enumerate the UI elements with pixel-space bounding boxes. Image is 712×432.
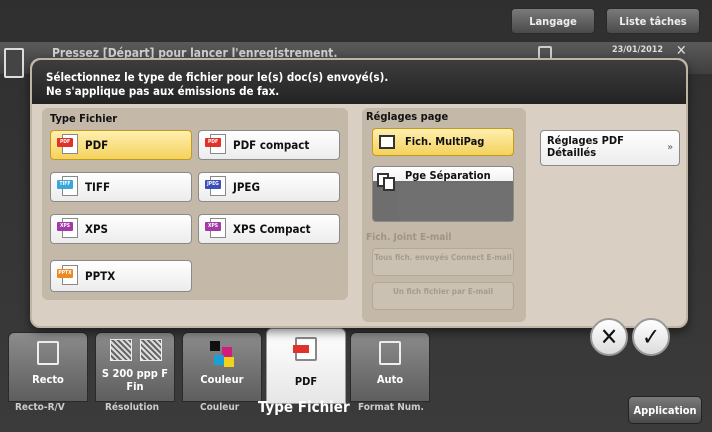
file-type-tiff[interactable]: TIFF TIFF <box>50 172 192 202</box>
file-type-xps-compact[interactable]: XPS XPS Compact <box>198 214 340 244</box>
dialog-note: Ne s'applique pas aux émissions de fax. <box>46 84 280 98</box>
multipage-file-button[interactable]: Fich. MultiPag <box>372 128 514 156</box>
file-type-label: PDF compact <box>233 138 310 152</box>
status-date: 23/01/2012 <box>612 45 663 55</box>
color-icon <box>210 341 234 367</box>
file-type-label: JPEG <box>233 180 260 194</box>
label-type-fichier: Type Fichier <box>258 398 350 416</box>
application-button[interactable]: Application <box>628 396 702 424</box>
document-icon <box>4 48 24 78</box>
email-one-file-button: Un fich fichier par E-mail <box>372 282 514 310</box>
email-attachment-title: Fich. Joint E-mail <box>366 232 452 243</box>
label-resolution: Résolution <box>105 402 160 413</box>
tab-couleur[interactable]: Couleur <box>182 332 262 402</box>
tab-recto-value: Recto <box>32 373 64 386</box>
file-type-pdf[interactable]: PDF PDF <box>50 130 192 160</box>
double-chevron-right-icon: » <box>667 142 673 153</box>
pdf-file-icon <box>293 337 317 361</box>
tab-auto[interactable]: Auto <box>350 332 430 402</box>
file-type-title: Type Fichier <box>50 112 118 125</box>
file-type-label: XPS <box>85 222 109 236</box>
resolution-icon <box>140 339 162 361</box>
tab-couleur-value: Couleur <box>200 373 244 386</box>
tab-pdf-value: PDF <box>294 375 318 388</box>
page-icon <box>383 177 395 191</box>
label-couleur: Couleur <box>200 402 240 413</box>
language-button[interactable]: Langage <box>511 8 595 34</box>
scan-size-icon <box>379 341 401 365</box>
label-recto-rv: Recto-R/V <box>15 402 65 413</box>
email-all-files-button: Tous fich. envoyés Connect E-mail <box>372 248 514 276</box>
ok-button[interactable]: ✓ <box>632 318 670 356</box>
pdf-detail-settings-button[interactable]: Réglages PDF Détaillés » <box>540 130 680 166</box>
page-separation-button[interactable]: Pge Séparation <box>372 166 514 222</box>
dialog-header: Sélectionnez le type de fichier pour le(… <box>32 60 686 104</box>
page-settings-title: Réglages page <box>366 110 449 123</box>
file-type-xps[interactable]: XPS XPS <box>50 214 192 244</box>
dialog-instruction: Sélectionnez le type de fichier pour le(… <box>46 70 389 84</box>
tab-auto-value: Auto <box>376 373 404 386</box>
file-type-label: PDF <box>85 138 109 152</box>
file-type-dialog: Sélectionnez le type de fichier pour le(… <box>30 58 688 328</box>
xps-file-icon: XPS <box>57 218 79 240</box>
simplex-icon <box>37 341 59 365</box>
resolution-icon <box>110 339 132 361</box>
job-list-button[interactable]: Liste tâches <box>606 8 700 34</box>
file-type-label: TIFF <box>85 180 111 194</box>
close-icon[interactable]: ✕ <box>676 43 687 59</box>
tab-recto[interactable]: Recto <box>8 332 88 402</box>
page-separation-label: Pge Séparation <box>405 169 491 182</box>
file-type-panel: Type Fichier PDF PDF PDF PDF compact TIF… <box>42 108 348 300</box>
file-type-jpeg[interactable]: JPEG JPEG <box>198 172 340 202</box>
tab-file-type[interactable]: PDF <box>266 328 346 404</box>
pptx-file-icon: PPTX <box>57 265 79 287</box>
label-format: Format Num. <box>358 402 424 413</box>
multipage-label: Fich. MultiPag <box>405 135 485 148</box>
cancel-button[interactable]: ✕ <box>590 318 628 356</box>
page-settings-panel: Réglages page Fich. MultiPag Pge Séparat… <box>362 108 526 322</box>
file-type-pdf-compact[interactable]: PDF PDF compact <box>198 130 340 160</box>
tab-resolution[interactable]: S 200 ppp F Fin <box>95 332 175 402</box>
tiff-file-icon: TIFF <box>57 176 79 198</box>
pdf-compact-file-icon: PDF <box>205 134 227 156</box>
xps-compact-file-icon: XPS <box>205 218 227 240</box>
pdf-settings-label-line2: Détaillés <box>547 146 597 159</box>
file-type-label: XPS Compact <box>233 222 311 236</box>
page-icon <box>379 135 395 149</box>
file-type-pptx[interactable]: PPTX PPTX <box>50 260 192 292</box>
file-type-label: PPTX <box>85 269 116 283</box>
tab-resolution-value: S 200 ppp F Fin <box>101 367 169 393</box>
jpeg-file-icon: JPEG <box>205 176 227 198</box>
pdf-file-icon: PDF <box>57 134 79 156</box>
